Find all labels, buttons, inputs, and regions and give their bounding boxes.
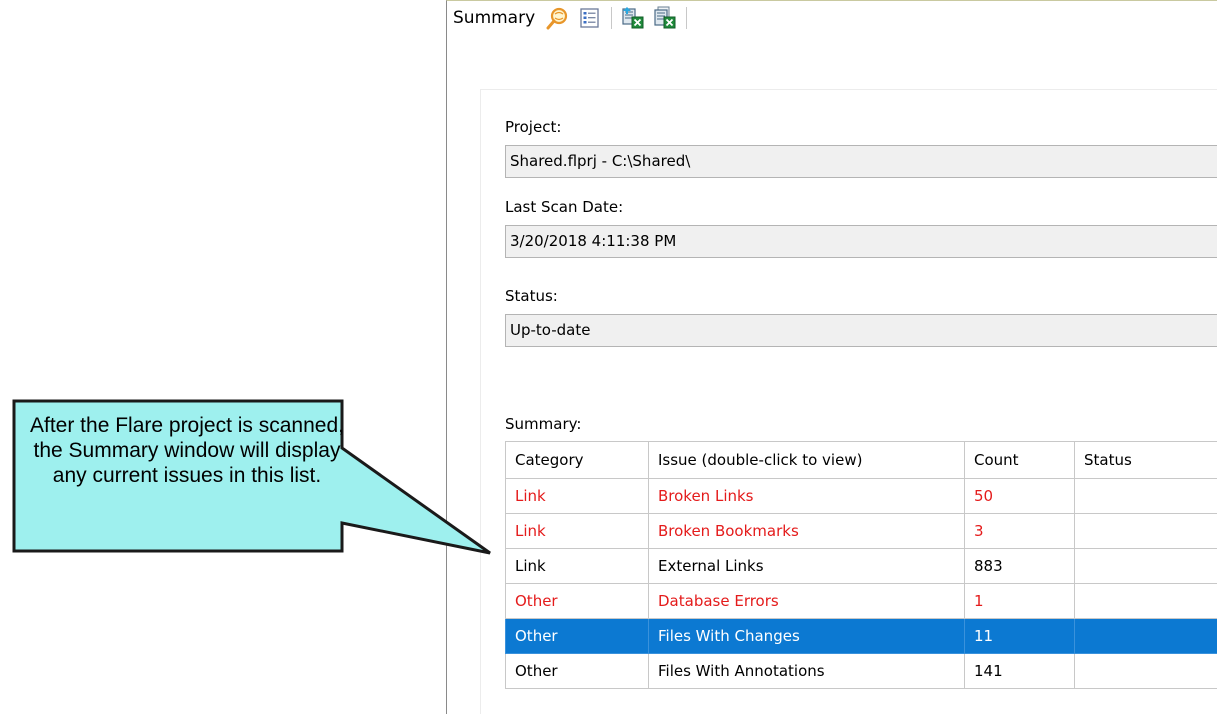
callout-balloon: After the Flare project is scanned, the … [8, 393, 491, 555]
callout-text: After the Flare project is scanned, the … [30, 414, 344, 487]
table-row[interactable]: Link Broken Links 50 [505, 478, 1217, 514]
cell-category: Link [505, 478, 649, 514]
column-header-issue[interactable]: Issue (double-click to view) [648, 441, 965, 479]
export-all-excel-button[interactable] [652, 5, 678, 31]
cell-count: 11 [964, 618, 1075, 654]
project-label: Project: [505, 118, 562, 136]
cell-count: 141 [964, 653, 1075, 689]
cell-category: Link [505, 548, 649, 584]
status-label: Status: [505, 287, 558, 305]
cell-status [1074, 618, 1217, 654]
status-field[interactable]: Up-to-date [505, 314, 1217, 347]
cell-issue: Database Errors [648, 583, 965, 619]
cell-count: 50 [964, 478, 1075, 514]
list-view-button[interactable] [577, 5, 603, 31]
window-title: Summary [453, 8, 536, 28]
summary-panel: Project: Shared.flprj - C:\Shared\ Last … [480, 89, 1217, 714]
cell-count: 1 [964, 583, 1075, 619]
column-header-status[interactable]: Status [1074, 441, 1217, 479]
cell-category: Link [505, 513, 649, 549]
toolbar-separator [686, 7, 688, 29]
search-globe-button[interactable] [545, 5, 571, 31]
cell-issue: Files With Annotations [648, 653, 965, 689]
search-globe-icon [546, 7, 568, 30]
cell-issue: Files With Changes [648, 618, 965, 654]
cell-issue: Broken Links [648, 478, 965, 514]
export-excel-icon [622, 7, 644, 29]
cell-issue: Broken Bookmarks [648, 513, 965, 549]
cell-status [1074, 653, 1217, 689]
table-header-row: Category Issue (double-click to view) Co… [505, 441, 1217, 479]
toolbar: Summary [447, 1, 1217, 35]
column-header-category[interactable]: Category [505, 441, 649, 479]
last-scan-date-label: Last Scan Date: [505, 198, 624, 216]
project-field[interactable]: Shared.flprj - C:\Shared\ [505, 145, 1217, 178]
summary-label: Summary: [505, 415, 582, 433]
summary-window: Summary Project: Shared.flprj - C:\Share… [446, 0, 1217, 714]
export-all-excel-icon [654, 6, 676, 29]
cell-issue: External Links [648, 548, 965, 584]
table-row[interactable]: Other Files With Changes 11 [505, 618, 1217, 654]
table-row[interactable]: Link Broken Bookmarks 3 [505, 513, 1217, 549]
cell-category: Other [505, 618, 649, 654]
list-view-icon [580, 8, 599, 28]
cell-status [1074, 513, 1217, 549]
cell-status [1074, 478, 1217, 514]
cell-status [1074, 548, 1217, 584]
column-header-count[interactable]: Count [964, 441, 1075, 479]
table-row[interactable]: Other Database Errors 1 [505, 583, 1217, 619]
toolbar-separator [611, 7, 613, 29]
table-row[interactable]: Link External Links 883 [505, 548, 1217, 584]
cell-category: Other [505, 583, 649, 619]
cell-count: 883 [964, 548, 1075, 584]
summary-table[interactable]: Category Issue (double-click to view) Co… [505, 441, 1217, 689]
export-excel-button[interactable] [620, 5, 646, 31]
cell-category: Other [505, 653, 649, 689]
cell-count: 3 [964, 513, 1075, 549]
table-row[interactable]: Other Files With Annotations 141 [505, 653, 1217, 689]
cell-status [1074, 583, 1217, 619]
last-scan-date-field[interactable]: 3/20/2018 4:11:38 PM [505, 225, 1217, 258]
